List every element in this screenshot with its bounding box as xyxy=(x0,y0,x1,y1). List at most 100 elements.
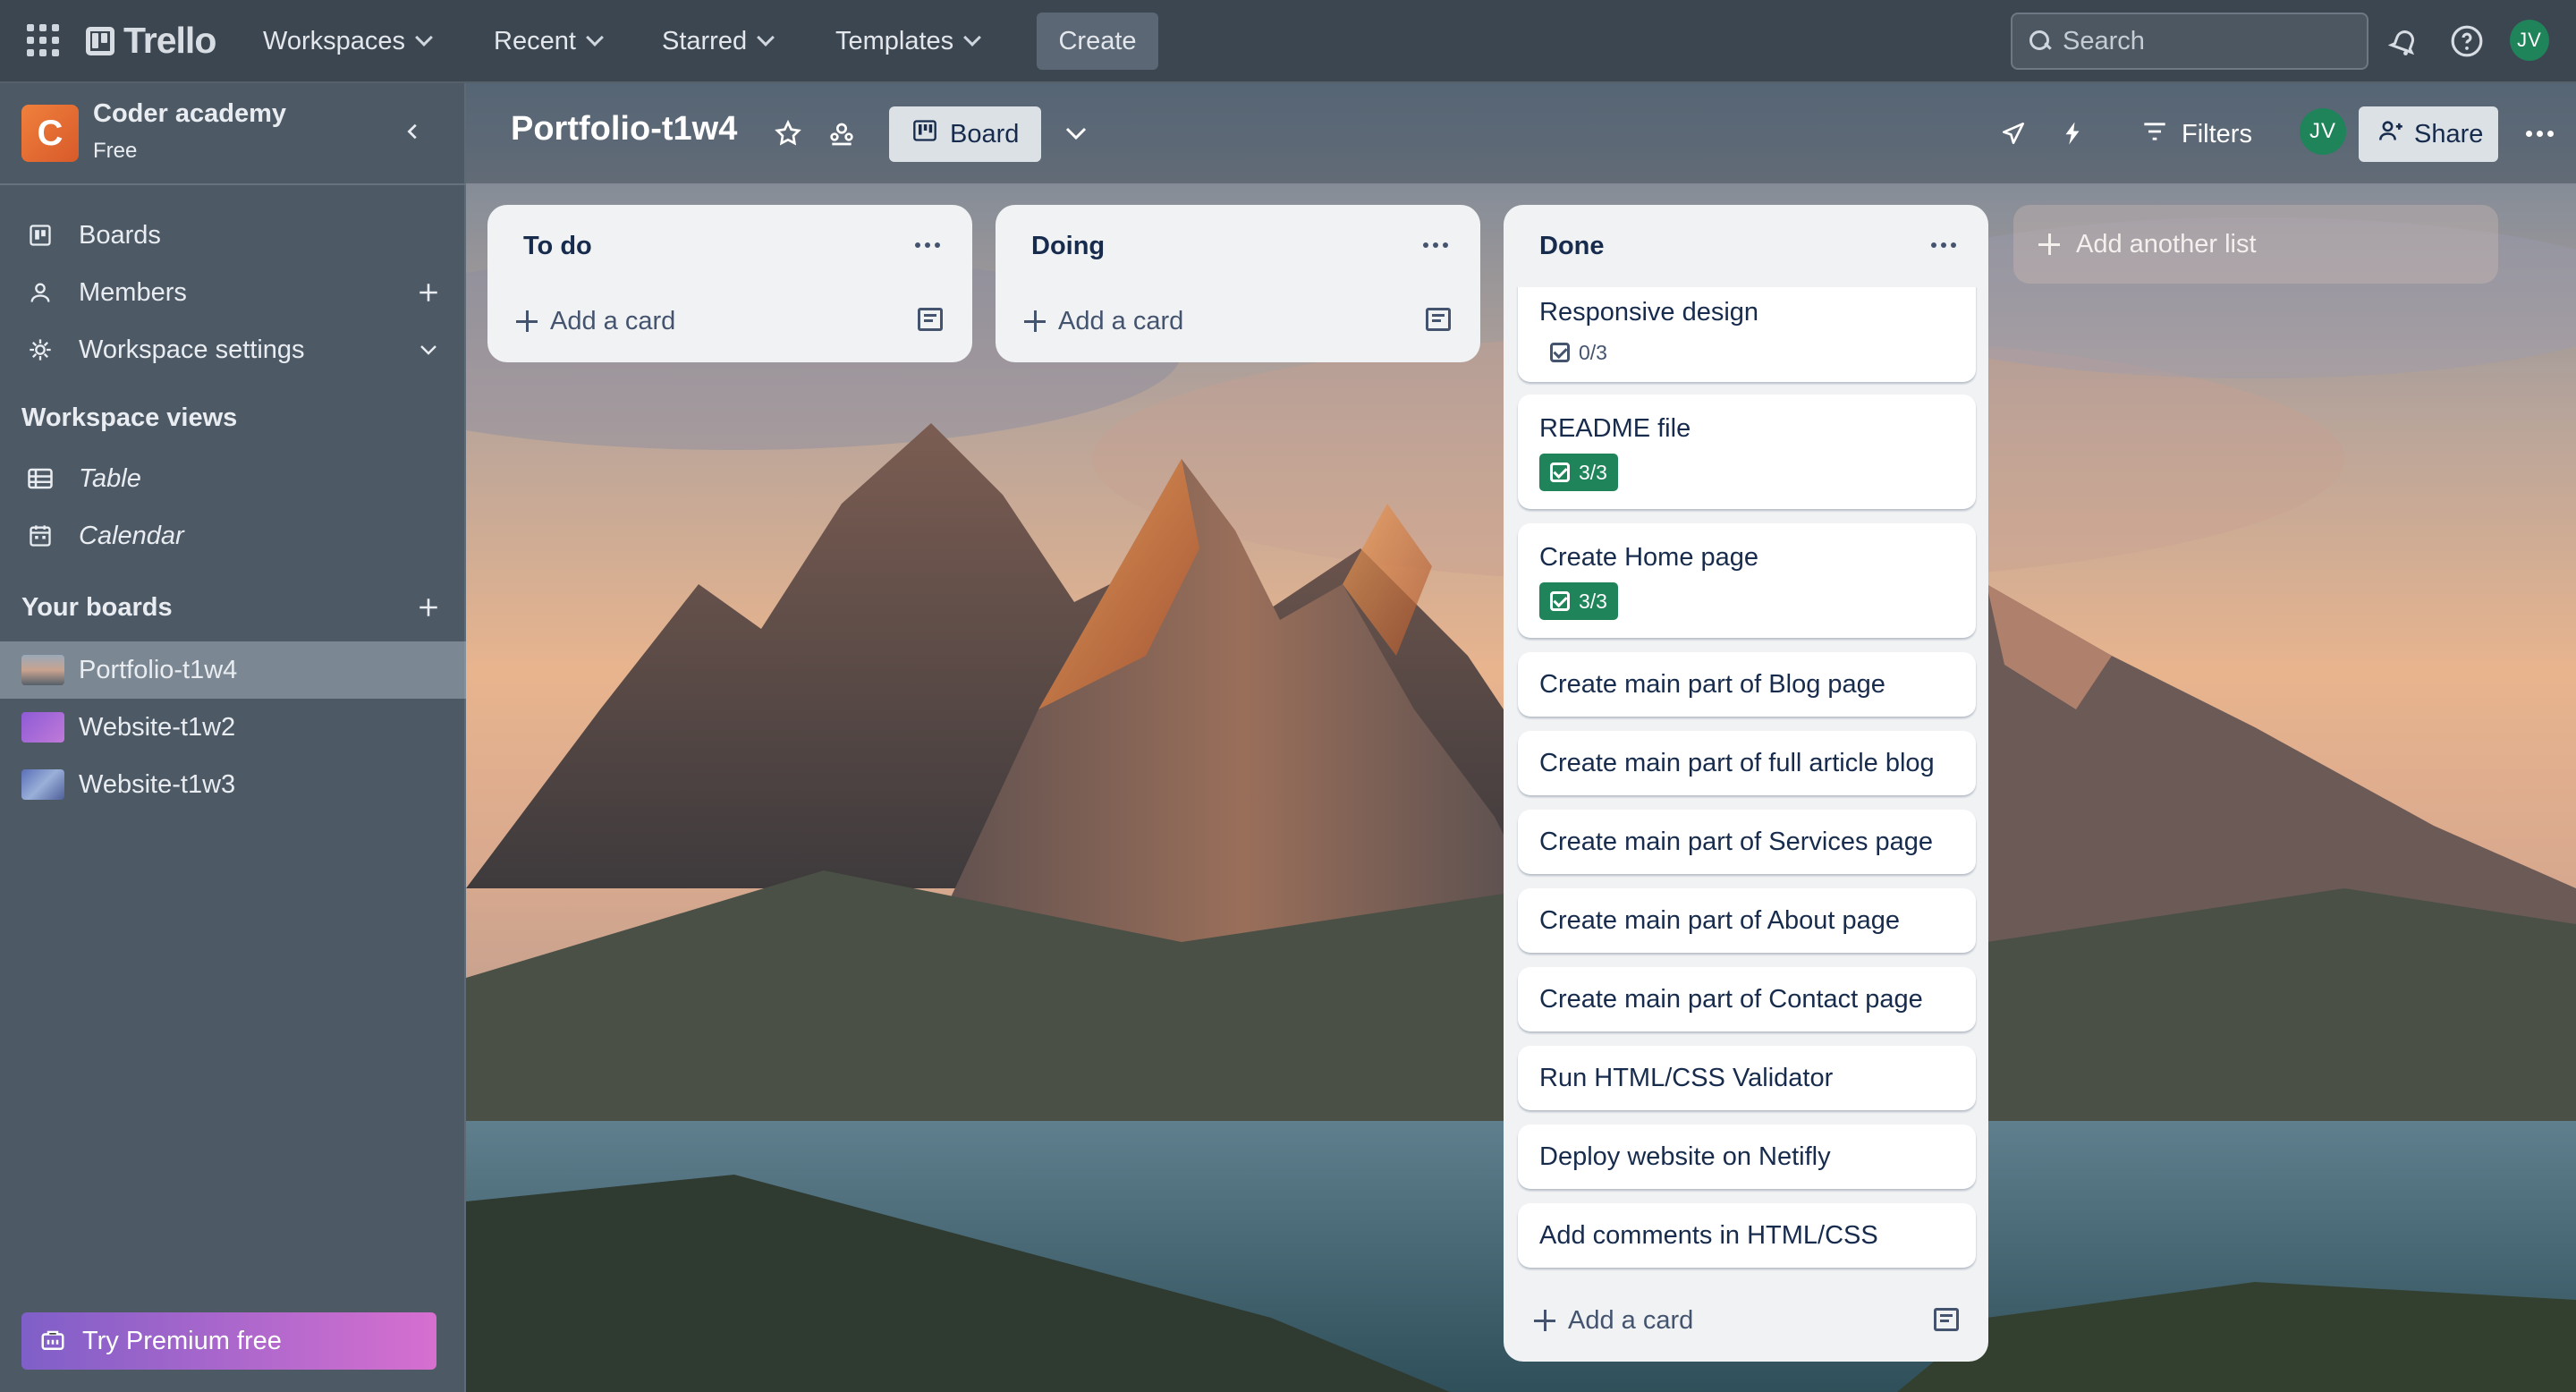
card-blog-page[interactable]: Create main part of Blog page xyxy=(1518,652,1976,717)
card-responsive-design[interactable]: Responsive design 0/3 xyxy=(1518,287,1976,382)
sidebar-item-members[interactable]: Members xyxy=(0,264,466,321)
templates-menu-label: Templates xyxy=(835,26,954,55)
card-readme-file[interactable]: README file 3/3 xyxy=(1518,395,1976,509)
card-title: Create main part of Blog page xyxy=(1539,670,1885,699)
chevron-down-icon[interactable] xyxy=(415,336,442,363)
collapse-sidebar-icon[interactable] xyxy=(397,115,429,148)
filters-button[interactable]: Filters xyxy=(2142,106,2252,162)
share-button[interactable]: Share xyxy=(2359,106,2498,162)
checklist-badge: 3/3 xyxy=(1539,454,1618,491)
list-title[interactable]: To do xyxy=(523,232,592,261)
workspaces-menu[interactable]: Workspaces xyxy=(250,13,443,70)
recent-menu-label: Recent xyxy=(494,26,576,55)
views-chevron-down-icon[interactable] xyxy=(1056,114,1096,153)
add-member-icon[interactable] xyxy=(415,279,442,306)
workspace-visibility-icon[interactable] xyxy=(822,114,861,153)
list-to-do: To do Add a card xyxy=(487,205,972,362)
table-icon xyxy=(27,465,54,492)
board-thumbnail xyxy=(21,655,64,685)
try-premium-label: Try Premium free xyxy=(82,1326,282,1355)
card-full-article-blog[interactable]: Create main part of full article blog xyxy=(1518,731,1976,795)
card-title: Create main part of Services page xyxy=(1539,828,1934,856)
card-title: Deploy website on Netifly xyxy=(1539,1142,1831,1171)
sidebar-board-label: Portfolio-t1w4 xyxy=(79,655,238,684)
list-title[interactable]: Doing xyxy=(1031,232,1105,261)
board-member-avatar[interactable]: JV xyxy=(2300,108,2346,155)
sidebar-board-portfolio-t1w4[interactable]: Portfolio-t1w4 xyxy=(0,641,466,699)
sidebar-item-label: Boards xyxy=(79,220,161,250)
done-card-list[interactable]: Responsive design 0/3 README file 3/3 Cr… xyxy=(1504,287,1988,1280)
create-from-template-icon[interactable] xyxy=(918,308,943,331)
add-card-button[interactable]: Add a card xyxy=(1534,1295,1693,1345)
card-create-home-page[interactable]: Create Home page 3/3 xyxy=(1518,523,1976,638)
card-html-css-validator[interactable]: Run HTML/CSS Validator xyxy=(1518,1046,1976,1110)
sidebar-board-website-t1w3[interactable]: Website-t1w3 xyxy=(0,756,466,813)
add-card-button[interactable]: Add a card xyxy=(516,296,675,346)
filter-icon xyxy=(2142,120,2167,149)
card-contact-page[interactable]: Create main part of Contact page xyxy=(1518,967,1976,1031)
card-add-comments[interactable]: Add comments in HTML/CSS xyxy=(1518,1203,1976,1268)
star-icon[interactable] xyxy=(768,114,808,153)
help-icon[interactable] xyxy=(2447,21,2487,61)
card-title: Create main part of full article blog xyxy=(1539,749,1935,777)
workspace-plan: Free xyxy=(93,139,138,163)
board-view-button[interactable]: Board xyxy=(889,106,1041,162)
sidebar-board-label: Website-t1w3 xyxy=(79,769,236,799)
list-title[interactable]: Done xyxy=(1539,232,1605,261)
list-actions-icon[interactable] xyxy=(1418,232,1453,259)
sidebar-item-label: Workspace settings xyxy=(79,335,305,364)
create-from-template-icon[interactable] xyxy=(1426,308,1451,331)
share-icon xyxy=(2378,118,2403,150)
list-actions-icon[interactable] xyxy=(1926,232,1962,259)
checklist-badge: 3/3 xyxy=(1539,582,1618,620)
add-card-label: Add a card xyxy=(1568,1305,1694,1335)
sidebar-item-table[interactable]: Table xyxy=(0,450,466,507)
checklist-icon xyxy=(1550,343,1570,362)
account-avatar[interactable]: JV xyxy=(2510,20,2549,61)
share-label: Share xyxy=(2414,119,2484,149)
card-deploy-netlify[interactable]: Deploy website on Netifly xyxy=(1518,1125,1976,1189)
starred-menu[interactable]: Starred xyxy=(649,13,784,70)
card-about-page[interactable]: Create main part of About page xyxy=(1518,888,1976,953)
create-from-template-icon[interactable] xyxy=(1934,1308,1959,1331)
card-services-page[interactable]: Create main part of Services page xyxy=(1518,810,1976,874)
sidebar-item-label: Calendar xyxy=(79,521,184,550)
checklist-icon xyxy=(1550,463,1570,482)
app-switcher-icon[interactable] xyxy=(27,24,59,56)
add-card-button[interactable]: Add a card xyxy=(1024,296,1183,346)
search-box[interactable] xyxy=(2011,13,2368,70)
sidebar-item-boards[interactable]: Boards xyxy=(0,207,466,264)
board-menu-icon[interactable] xyxy=(2520,114,2559,153)
sidebar-item-workspace-settings[interactable]: Workspace settings xyxy=(0,321,466,378)
templates-menu[interactable]: Templates xyxy=(823,13,991,70)
gear-icon xyxy=(27,336,54,363)
calendar-icon xyxy=(27,522,54,549)
try-premium-button[interactable]: Try Premium free xyxy=(21,1312,436,1370)
plus-icon xyxy=(2038,233,2060,255)
board-member-initials: JV xyxy=(2300,108,2346,155)
list-done: Done Responsive design 0/3 README file 3… xyxy=(1504,205,1988,1362)
checklist-icon xyxy=(1550,591,1570,611)
filters-label: Filters xyxy=(2182,119,2252,149)
checklist-count: 0/3 xyxy=(1579,340,1607,364)
sidebar-board-website-t1w2[interactable]: Website-t1w2 xyxy=(0,699,466,756)
list-actions-icon[interactable] xyxy=(910,232,945,259)
trello-logo-icon xyxy=(86,26,114,55)
power-ups-icon[interactable] xyxy=(1994,114,2033,153)
account-avatar-initials: JV xyxy=(2510,20,2549,61)
automation-icon[interactable] xyxy=(2053,114,2092,153)
workspace-sidebar: C Coder academy Free Boards Members Work… xyxy=(0,83,466,1392)
add-card-label: Add a card xyxy=(1058,306,1184,335)
workspace-logo[interactable]: C xyxy=(21,105,79,162)
add-board-icon[interactable] xyxy=(415,594,442,621)
recent-menu[interactable]: Recent xyxy=(481,13,614,70)
notifications-bell-icon[interactable] xyxy=(2385,21,2424,61)
card-title: Create Home page xyxy=(1539,543,1759,572)
board-title[interactable]: Portfolio-t1w4 xyxy=(511,110,737,149)
create-button[interactable]: Create xyxy=(1037,13,1158,70)
sidebar-item-calendar[interactable]: Calendar xyxy=(0,507,466,564)
trello-logo[interactable]: Trello xyxy=(86,20,216,62)
add-another-list-button[interactable]: Add another list xyxy=(2013,205,2498,284)
search-input[interactable] xyxy=(2063,26,2349,56)
workspace-name[interactable]: Coder academy xyxy=(93,99,286,129)
